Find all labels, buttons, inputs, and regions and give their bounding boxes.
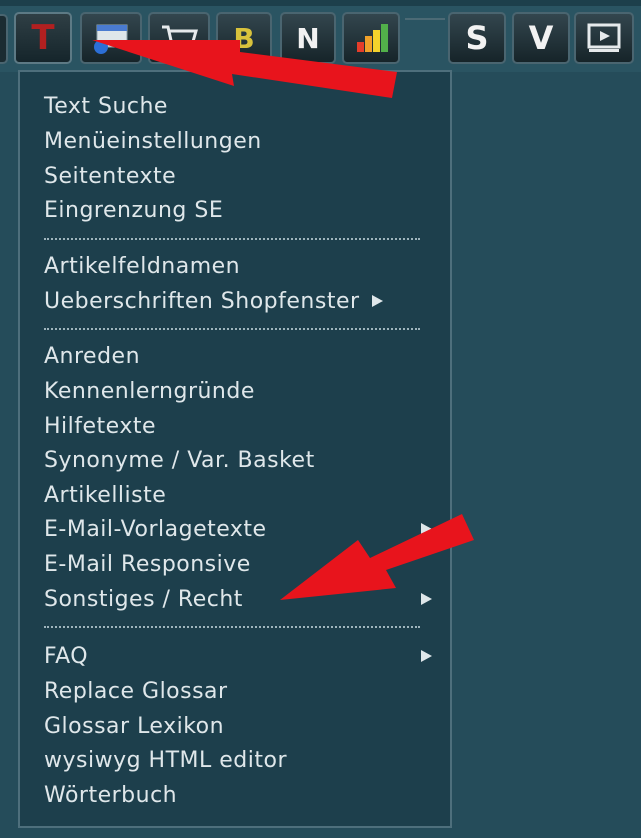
menu-divider — [44, 328, 420, 330]
menu-item-label: Synonyme / Var. Basket — [44, 447, 315, 473]
text-t-icon: T — [31, 18, 55, 58]
menu-item-text-suche[interactable]: Text Suche — [44, 90, 436, 122]
menu-item-anreden[interactable]: Anreden — [44, 340, 436, 372]
submenu-arrow-icon — [421, 523, 432, 535]
menu-item-label: Wörterbuch — [44, 782, 178, 808]
cart-button[interactable] — [148, 12, 210, 64]
toolbar-top-border — [0, 0, 641, 6]
window-icon — [94, 24, 128, 54]
menu-item-label: Sonstiges / Recht — [44, 586, 243, 612]
v-icon: V — [528, 19, 554, 57]
menu-item-glossar-lexikon[interactable]: Glossar Lexikon — [44, 710, 436, 742]
menu-item-seitentexte[interactable]: Seitentexte — [44, 160, 436, 192]
b-icon: B — [233, 21, 255, 55]
submenu-arrow-icon — [421, 650, 432, 662]
menu-item-wysiwyg-html-editor[interactable]: wysiwyg HTML editor — [44, 744, 436, 776]
menu-divider — [44, 626, 420, 628]
menu-item-hilfetexte[interactable]: Hilfetexte — [44, 410, 436, 442]
toolbar-left-stub — [0, 14, 8, 64]
menu-item-label: Hilfetexte — [44, 413, 157, 439]
menu-item-label: Glossar Lexikon — [44, 713, 225, 739]
cart-icon — [162, 25, 198, 53]
menu-item-label: Menüeinstellungen — [44, 128, 262, 154]
menu-divider — [44, 238, 420, 240]
menu-item-e-mail-responsive[interactable]: E-Mail Responsive — [44, 548, 436, 580]
menu-item-artikelfeldnamen[interactable]: Artikelfeldnamen — [44, 250, 436, 282]
menu-item-sonstiges-recht[interactable]: Sonstiges / Recht — [44, 583, 436, 615]
menu-item-kennenlerngruende[interactable]: Kennenlerngründe — [44, 375, 436, 407]
menu-item-label: FAQ — [44, 643, 89, 669]
video-button[interactable] — [574, 12, 634, 64]
menu-item-label: Kennenlerngründe — [44, 378, 255, 404]
menu-item-label: Eingrenzung SE — [44, 197, 224, 223]
menu-item-artikelliste[interactable]: Artikelliste — [44, 479, 436, 511]
menu-item-eingrenzung-se[interactable]: Eingrenzung SE — [44, 194, 436, 226]
s-icon: S — [465, 19, 489, 57]
menu-item-label: Ueberschriften Shopfenster — [44, 288, 360, 314]
menu-item-label: Artikelliste — [44, 482, 167, 508]
v-button[interactable]: V — [512, 12, 570, 64]
menu-item-label: E-Mail Responsive — [44, 551, 251, 577]
text-button[interactable]: T — [14, 12, 72, 64]
bar-chart-icon — [357, 24, 388, 52]
menu-item-faq[interactable]: FAQ — [44, 640, 436, 672]
menu-item-woerterbuch[interactable]: Wörterbuch — [44, 779, 436, 811]
menu-item-menueeinstellungen[interactable]: Menüeinstellungen — [44, 125, 436, 157]
menu-item-label: Replace Glossar — [44, 678, 228, 704]
chart-button[interactable] — [342, 12, 400, 64]
menu-item-label: Seitentexte — [44, 163, 177, 189]
menu-item-e-mail-vorlagetexte[interactable]: E-Mail-Vorlagetexte — [44, 513, 436, 545]
n-button[interactable]: N — [280, 12, 336, 64]
b-button[interactable]: B — [216, 12, 272, 64]
s-button[interactable]: S — [448, 12, 506, 64]
window-button[interactable] — [80, 12, 142, 64]
submenu-arrow-icon — [371, 295, 383, 307]
menu-item-label: Artikelfeldnamen — [44, 253, 241, 279]
menu-item-label: Text Suche — [44, 93, 168, 119]
submenu-arrow-icon — [421, 593, 432, 605]
n-icon: N — [296, 21, 320, 55]
video-player-icon — [587, 23, 621, 52]
toolbar-divider — [405, 18, 445, 20]
menu-item-label: Anreden — [44, 343, 141, 369]
menu-item-replace-glossar[interactable]: Replace Glossar — [44, 675, 436, 707]
menu-item-label: E-Mail-Vorlagetexte — [44, 516, 267, 542]
menu-item-ueberschriften-shopfenster[interactable]: Ueberschriften Shopfenster — [44, 285, 436, 317]
text-dropdown-menu: Text Suche Menüeinstellungen Seitentexte… — [18, 70, 452, 828]
menu-item-label: wysiwyg HTML editor — [44, 747, 288, 773]
menu-item-synonyme-var-basket[interactable]: Synonyme / Var. Basket — [44, 444, 436, 476]
